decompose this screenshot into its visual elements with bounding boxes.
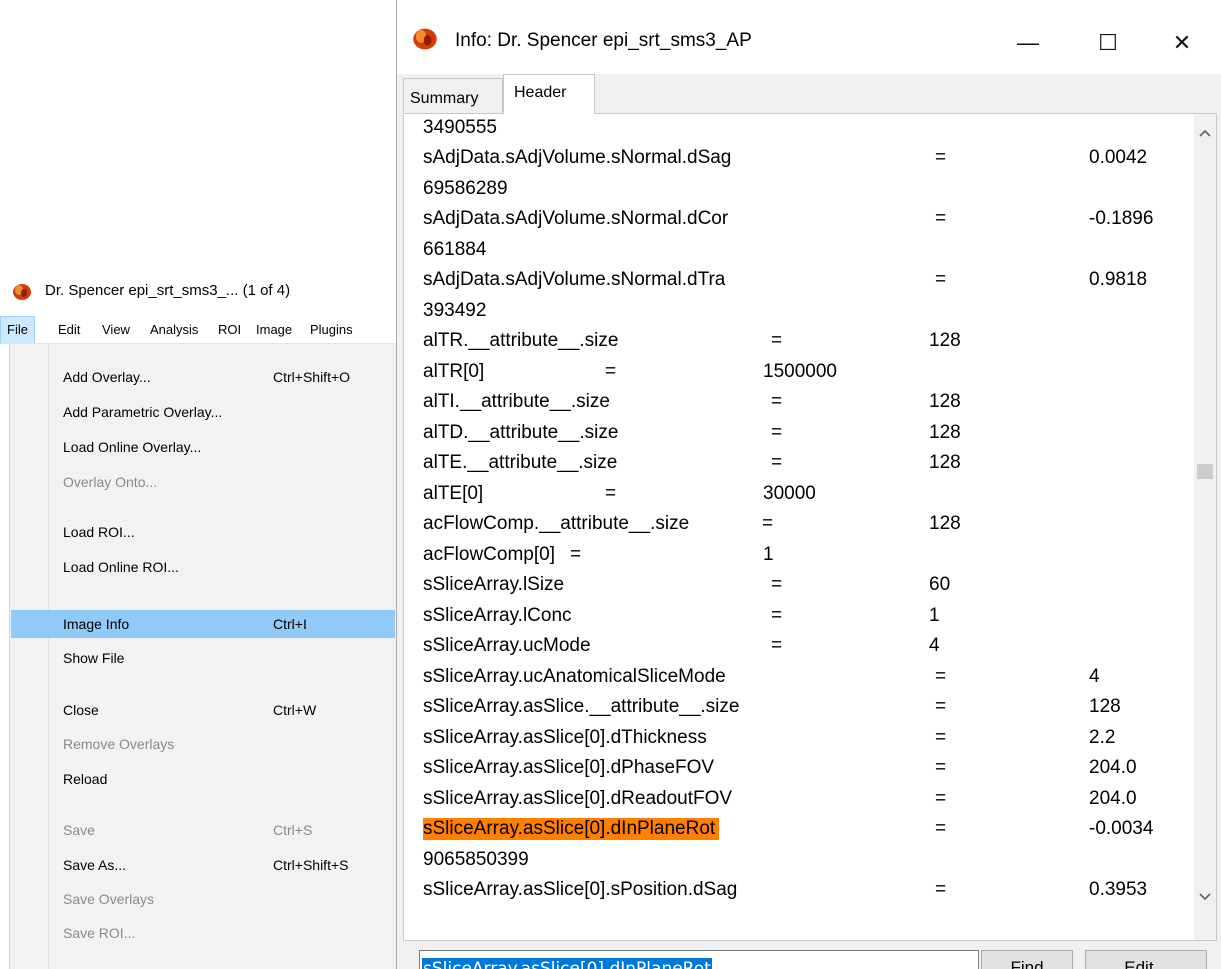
header-text-area[interactable]: 3490555 sAdjData.sAdjVolume.sNormal.dSag… (405, 114, 1195, 940)
header-line: sAdjData.sAdjVolume.sNormal.dTra = 0.981… (423, 269, 1148, 290)
header-line: sAdjData.sAdjVolume.sNormal.dCor = -0.18… (423, 208, 1154, 229)
menu-item-reload[interactable]: Reload (11, 765, 395, 793)
header-line: 9065850399 (423, 849, 529, 870)
search-match-highlight: sSliceArray.asSlice[0].dInPlaneRot (423, 818, 720, 840)
header-line: 69586289 (423, 178, 508, 199)
minimize-button[interactable]: — (998, 14, 1058, 72)
header-line: sAdjData.sAdjVolume.sNormal.dSag = 0.004… (423, 147, 1148, 168)
scroll-down-arrow-icon[interactable] (1194, 888, 1216, 908)
app-logo-icon (412, 27, 438, 56)
header-line: 393492 (423, 300, 487, 321)
info-dialog: Info: Dr. Spencer epi_srt_sms3_AP — ☐ ✕ … (396, 0, 1221, 969)
header-line-highlighted: sSliceArray.asSlice[0].dInPlaneRot = -0.… (423, 818, 1154, 840)
header-line: alTD.__attribute__.size = 128 (423, 422, 961, 443)
menu-item-save-as[interactable]: Save As... Ctrl+Shift+S (11, 851, 395, 879)
menu-roi[interactable]: ROI (212, 316, 247, 343)
menu-item-overlay-onto[interactable]: Overlay Onto... (11, 468, 395, 496)
menu-plugins[interactable]: Plugins (304, 316, 359, 343)
main-titlebar: Dr. Spencer epi_srt_sms3_... (1 of 4) (0, 266, 396, 316)
header-line: sSliceArray.lSize = 60 (423, 574, 951, 595)
header-line: sSliceArray.asSlice[0].dPhaseFOV = 204.0 (423, 757, 1137, 778)
menu-item-add-overlay[interactable]: Add Overlay... Ctrl+Shift+O (11, 363, 395, 391)
close-button[interactable]: ✕ (1152, 14, 1212, 72)
file-menu-dropdown: Add Overlay... Ctrl+Shift+O Add Parametr… (9, 344, 396, 969)
app-logo-icon (12, 283, 32, 306)
menu-item-save-roi[interactable]: Save ROI... (11, 919, 395, 947)
menu-file[interactable]: File (0, 316, 35, 343)
find-input-selected-text: sSliceArray.asSlice[0].dInPlaneRot (422, 958, 712, 969)
header-line: alTR[0] = 1500000 (423, 361, 837, 382)
info-titlebar: Info: Dr. Spencer epi_srt_sms3_AP — ☐ ✕ (397, 0, 1221, 74)
find-button[interactable]: Find (981, 950, 1073, 969)
header-line: alTR.__attribute__.size = 128 (423, 330, 961, 351)
menu-analysis[interactable]: Analysis (144, 316, 204, 343)
menu-item-save-overlays[interactable]: Save Overlays (11, 885, 395, 913)
menu-item-close[interactable]: Close Ctrl+W (11, 696, 395, 724)
tab-header[interactable]: Header (503, 74, 595, 114)
menu-item-image-info[interactable]: Image Info Ctrl+I (11, 610, 395, 638)
info-window-title: Info: Dr. Spencer epi_srt_sms3_AP (455, 30, 752, 51)
vertical-scrollbar[interactable] (1194, 114, 1216, 940)
menu-item-load-online-overlay[interactable]: Load Online Overlay... (11, 433, 395, 461)
header-text-panel: 3490555 sAdjData.sAdjVolume.sNormal.dSag… (403, 113, 1217, 941)
header-line: 3490555 (423, 117, 497, 138)
menu-item-save[interactable]: Save Ctrl+S (11, 816, 395, 844)
header-line: sSliceArray.lConc = 1 (423, 605, 940, 626)
scrollbar-thumb[interactable] (1197, 464, 1213, 479)
menu-item-load-roi[interactable]: Load ROI... (11, 518, 395, 546)
tab-summary[interactable]: Summary (403, 78, 503, 112)
header-line: alTE.__attribute__.size = 128 (423, 452, 961, 473)
header-line: sSliceArray.asSlice.__attribute__.size =… (423, 696, 1121, 717)
header-line: acFlowComp[0] = 1 (423, 544, 774, 565)
menu-edit[interactable]: Edit (52, 316, 86, 343)
header-line: 661884 (423, 239, 487, 260)
header-line: sSliceArray.ucMode = 4 (423, 635, 940, 656)
main-window-title: Dr. Spencer epi_srt_sms3_... (1 of 4) (45, 282, 291, 299)
scroll-up-arrow-icon[interactable] (1194, 124, 1216, 144)
header-line: alTI.__attribute__.size = 128 (423, 391, 961, 412)
menu-item-load-online-roi[interactable]: Load Online ROI... (11, 553, 395, 581)
menu-item-remove-overlays[interactable]: Remove Overlays (11, 730, 395, 758)
header-line: sSliceArray.asSlice[0].sPosition.dSag = … (423, 879, 1148, 900)
header-line: alTE[0] = 30000 (423, 483, 816, 504)
menubar: File Edit View Analysis ROI Image Plugin… (0, 316, 396, 344)
header-line: sSliceArray.ucAnatomicalSliceMode = 4 (423, 666, 1100, 687)
maximize-button[interactable]: ☐ (1078, 14, 1138, 72)
find-input[interactable]: sSliceArray.asSlice[0].dInPlaneRot (419, 950, 979, 969)
menu-item-show-file[interactable]: Show File (11, 644, 395, 672)
edit-button[interactable]: Edit... (1085, 950, 1207, 969)
menu-view[interactable]: View (96, 316, 136, 343)
menu-image[interactable]: Image (250, 316, 298, 343)
header-line: sSliceArray.asSlice[0].dReadoutFOV = 204… (423, 788, 1137, 809)
header-line: acFlowComp.__attribute__.size = 128 (423, 513, 961, 534)
menu-item-add-parametric-overlay[interactable]: Add Parametric Overlay... (11, 398, 395, 426)
header-line: sSliceArray.asSlice[0].dThickness = 2.2 (423, 727, 1116, 748)
main-window: Dr. Spencer epi_srt_sms3_... (1 of 4) Fi… (0, 266, 396, 969)
